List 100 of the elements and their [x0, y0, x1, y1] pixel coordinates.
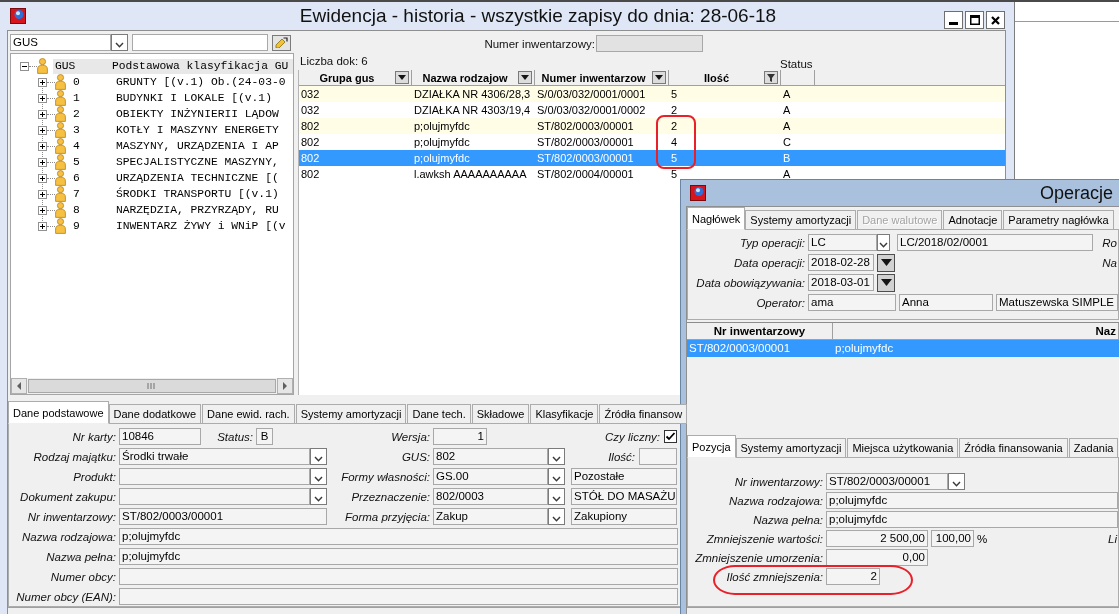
input-field[interactable]: LC/2018/02/0001 — [897, 234, 1093, 251]
checkbox[interactable] — [664, 430, 677, 443]
filter-button[interactable] — [652, 71, 666, 84]
input-field[interactable]: Pozostałe — [571, 468, 677, 485]
tree-item[interactable]: 8 NARZĘDZIA, PRZYRZĄDY, RU — [71, 202, 293, 218]
tree-item[interactable]: 7 ŚRODKI TRANSPORTU [(v.1) — [71, 186, 293, 202]
date-picker-button[interactable] — [877, 273, 895, 292]
tree-item[interactable]: 3 KOTŁY I MASZYNY ENERGETY — [71, 122, 293, 138]
expand-icon[interactable] — [38, 109, 47, 119]
input-field[interactable]: Zakupiony — [571, 508, 677, 525]
expand-icon[interactable] — [38, 221, 47, 231]
dropdown-button[interactable] — [548, 468, 565, 485]
expand-icon[interactable] — [38, 125, 47, 135]
input-field[interactable]: 2018-03-01 — [808, 274, 874, 291]
dropdown-button[interactable] — [548, 508, 565, 525]
tree-item[interactable]: 6 URZĄDZENIA TECHNICZNE [( — [71, 170, 293, 186]
dropdown-field[interactable]: 802/0003 — [433, 488, 548, 505]
dropdown-button[interactable] — [310, 448, 327, 465]
input-field[interactable]: 2018-02-28 — [808, 254, 874, 271]
input-field[interactable]: 2 500,00 — [826, 530, 928, 547]
dropdown-field[interactable] — [119, 468, 310, 485]
column-header[interactable]: Nr inwentarzowy — [687, 323, 833, 339]
dropdown-field[interactable]: GUS — [10, 34, 111, 51]
column-header[interactable]: Naz — [833, 323, 1119, 339]
dropdown-field[interactable]: ST/802/0003/00001 — [826, 473, 948, 490]
date-picker-button[interactable] — [877, 253, 895, 272]
filter-button[interactable] — [764, 71, 778, 84]
dropdown-button[interactable] — [548, 488, 565, 505]
dropdown-field[interactable]: GS.00 — [433, 468, 548, 485]
input-field[interactable]: p;olujmyfdc — [119, 548, 678, 565]
tab[interactable]: Systemy amortyzacji — [745, 210, 857, 230]
expand-icon[interactable] — [38, 205, 47, 215]
tab[interactable]: Źródła finansow — [599, 404, 688, 424]
dropdown-button[interactable] — [111, 34, 128, 51]
expand-icon[interactable] — [38, 141, 47, 151]
input-field[interactable]: 0,00 — [826, 549, 928, 566]
minimize-button[interactable] — [944, 11, 963, 29]
input-field[interactable]: B — [256, 428, 273, 445]
input-field[interactable]: Matuszewska SIMPLE — [996, 294, 1118, 311]
tree-item[interactable]: 5 SPECJALISTYCZNE MASZYNY, — [71, 154, 293, 170]
tab[interactable]: Parametry nagłówka — [1003, 210, 1114, 230]
tree-item[interactable]: GUS Podstawowa klasyfikacja GU — [53, 58, 293, 74]
tab[interactable]: Zadania — [1068, 438, 1119, 458]
dropdown-button[interactable] — [948, 473, 965, 490]
close-button[interactable] — [986, 11, 1005, 29]
collapse-icon[interactable] — [20, 61, 29, 71]
dropdown-field[interactable]: Środki trwałe — [119, 448, 310, 465]
tab[interactable]: Systemy amortyzacji — [295, 404, 407, 424]
tab[interactable]: Dane tech. — [407, 404, 471, 424]
tab[interactable]: Miejsca użytkowania — [847, 438, 959, 458]
dropdown-button[interactable] — [310, 488, 327, 505]
input-field[interactable]: 1 — [433, 428, 487, 445]
tab[interactable]: Systemy amortyzacji — [735, 438, 847, 458]
expand-icon[interactable] — [38, 93, 47, 103]
input-field[interactable]: ST/802/0003/00001 — [119, 508, 327, 525]
tree-item[interactable]: 2 OBIEKTY INŻYNIERII LĄDOW — [71, 106, 293, 122]
column-header[interactable]: Ilość — [669, 70, 781, 85]
dropdown-button[interactable] — [310, 468, 327, 485]
input-field[interactable]: p;olujmyfdc — [826, 492, 1118, 509]
maximize-button[interactable] — [965, 11, 984, 29]
column-header[interactable]: Nazwa rodzajow — [412, 70, 535, 85]
input-field[interactable]: ama — [808, 294, 896, 311]
tree-item[interactable]: 9 INWENTARZ ŻYWY i WNiP [(v — [71, 218, 293, 234]
dropdown-button[interactable] — [548, 448, 565, 465]
tab[interactable]: Pozycja — [687, 435, 736, 458]
tab[interactable]: Dane ewid. rach. — [202, 404, 295, 424]
input-field[interactable]: p;olujmyfdc — [826, 511, 1118, 528]
input-field[interactable]: 100,00 — [931, 530, 974, 547]
input-field[interactable] — [596, 35, 703, 52]
tree-item[interactable]: 0 GRUNTY [(v.1) Ob.(24-03-0 — [71, 74, 293, 90]
tree-item[interactable]: 4 MASZYNY, URZĄDZENIA I AP — [71, 138, 293, 154]
dropdown-field[interactable] — [119, 488, 310, 505]
expand-icon[interactable] — [38, 77, 47, 87]
input-field[interactable]: STÓŁ DO MASAŻU — [571, 488, 677, 505]
column-header[interactable]: Numer inwentarzow — [535, 70, 669, 85]
dropdown-button[interactable] — [877, 234, 890, 251]
tab[interactable]: Dane podstawowe — [8, 401, 109, 424]
input-field[interactable] — [132, 34, 268, 51]
input-field[interactable]: 2 — [826, 568, 880, 585]
table-row[interactable]: 032 DZIAŁKA NR 4306/28,3 S/0/03/032/0001/0001 5 A — [299, 86, 1005, 102]
pencil-button[interactable] — [272, 34, 291, 51]
tab[interactable]: Nagłówek — [687, 207, 746, 230]
tree-item[interactable]: 1 BUDYNKI I LOKALE [(v.1) — [71, 90, 293, 106]
filter-button[interactable] — [518, 71, 532, 84]
dropdown-field[interactable]: LC — [808, 234, 877, 251]
input-field[interactable]: Anna — [899, 294, 993, 311]
column-header[interactable]: Grupa gus — [299, 70, 412, 85]
table-row[interactable]: 802 p;olujmyfdc ST/802/0003/00001 2 A — [299, 118, 1005, 134]
tab[interactable]: Adnotacje — [943, 210, 1003, 230]
tab[interactable]: Klasyfikacje — [530, 404, 599, 424]
tab[interactable]: Dane dodatkowe — [108, 404, 202, 424]
input-field[interactable] — [119, 588, 678, 605]
expand-icon[interactable] — [38, 189, 47, 199]
dropdown-field[interactable]: 802 — [433, 448, 548, 465]
tab[interactable]: Źródła finansowania — [959, 438, 1068, 458]
input-field[interactable]: 10846 — [119, 428, 201, 445]
horizontal-scrollbar[interactable] — [11, 378, 293, 394]
input-field[interactable] — [119, 568, 678, 585]
input-field[interactable] — [639, 448, 677, 465]
dropdown-field[interactable]: Zakup — [433, 508, 548, 525]
